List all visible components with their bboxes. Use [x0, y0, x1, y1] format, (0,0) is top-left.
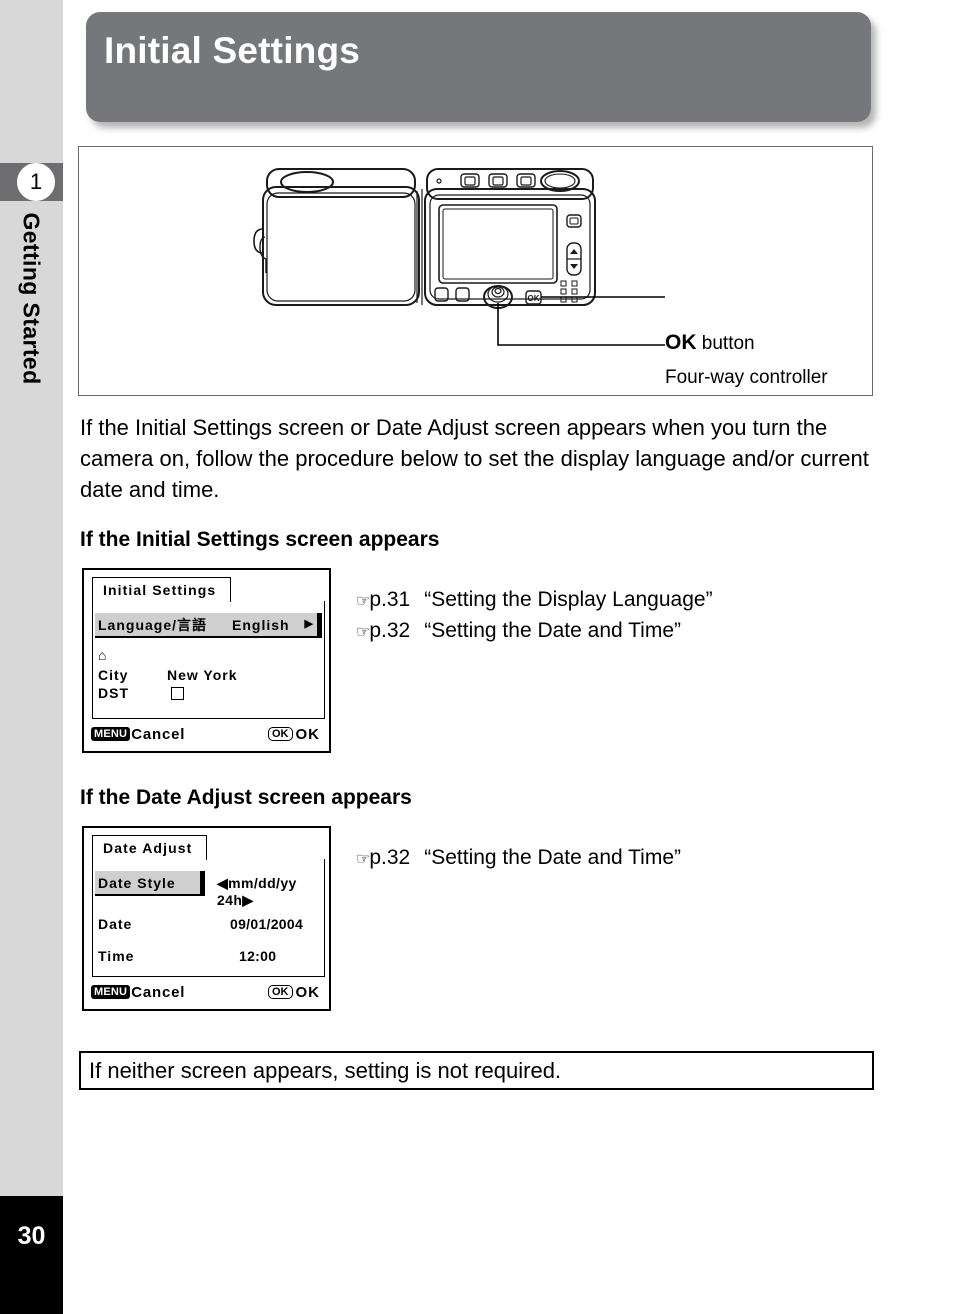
chevron-right-icon: ▶ — [304, 618, 313, 630]
page-title: Initial Settings — [104, 30, 361, 71]
menu-row-language[interactable]: Language/言語 English ▶ — [95, 613, 322, 638]
callout-ok-button: OK button — [665, 331, 755, 355]
camera-diagram: OK — [253, 168, 665, 346]
page-number: 30 — [17, 1222, 46, 1250]
reference-p31[interactable]: ☞p.31 “Setting the Display Language” — [356, 588, 713, 612]
chapter-label: Getting Started — [18, 212, 45, 385]
dst-checkbox[interactable] — [171, 687, 184, 700]
heading-date-adjust: If the Date Adjust screen appears — [80, 786, 412, 809]
callout-four-way-controller: Four-way controller — [665, 367, 828, 388]
date-label: Date — [98, 916, 133, 932]
callout-ok-text: button — [696, 333, 755, 354]
reference-p32-a[interactable]: ☞p.32 “Setting the Date and Time” — [356, 619, 681, 643]
dst-label: DST — [98, 685, 129, 701]
lcd-tab-title: Initial Settings — [92, 577, 232, 602]
note-box: If neither screen appears, setting is no… — [79, 1051, 874, 1090]
page-number-block — [0, 1196, 63, 1314]
heading-initial-settings: If the Initial Settings screen appears — [80, 528, 440, 551]
ok-badge-icon: OK — [268, 727, 293, 741]
time-label: Time — [98, 948, 135, 964]
reference-title: “Setting the Date and Time” — [424, 619, 682, 642]
ok-badge-icon: OK — [268, 985, 293, 999]
lcd-footer-date: MENU Cancel OK OK — [84, 979, 329, 1005]
reference-page-number: p.32 — [369, 619, 411, 642]
date-style-value: ◀mm/dd/yy 24h▶ — [217, 875, 297, 908]
pointing-hand-icon: ☞ — [356, 593, 370, 610]
lcd-tab-title: Date Adjust — [92, 835, 208, 860]
pointing-hand-icon: ☞ — [356, 624, 370, 641]
home-icon: ⌂ — [98, 647, 108, 663]
city-value: New York — [167, 667, 238, 683]
lcd-footer-initial: MENU Cancel OK OK — [84, 721, 329, 747]
lcd-screen-date-adjust: Date Adjust Date Style ◀mm/dd/yy 24h▶ Da… — [82, 826, 331, 1011]
ok-label: OK — [295, 725, 320, 743]
menu-badge-icon: MENU — [91, 985, 131, 999]
date-style-label: Date Style — [98, 874, 176, 891]
reference-page-number: p.31 — [369, 588, 411, 611]
intro-paragraph: If the Initial Settings screen or Date A… — [80, 415, 869, 502]
language-label: Language/言語 — [98, 616, 208, 633]
page-title-banner: Initial Settings — [86, 12, 871, 122]
cancel-label: Cancel — [131, 725, 186, 743]
svg-text:OK: OK — [528, 294, 540, 303]
chapter-sidebar: 1 Getting Started — [0, 0, 63, 1196]
cancel-label: Cancel — [131, 983, 186, 1001]
note-text: If neither screen appears, setting is no… — [89, 1057, 562, 1083]
menu-badge-icon: MENU — [91, 727, 131, 741]
reference-title: “Setting the Date and Time” — [424, 846, 682, 869]
city-label: City — [98, 667, 129, 683]
language-value: English — [232, 616, 290, 633]
ok-label: OK — [295, 983, 320, 1001]
pointing-hand-icon: ☞ — [356, 851, 370, 868]
reference-p32-b[interactable]: ☞p.32 “Setting the Date and Time” — [356, 846, 681, 870]
lcd-screen-initial-settings: Initial Settings Language/言語 English ▶ ⌂… — [82, 568, 331, 753]
reference-page-number: p.32 — [369, 846, 411, 869]
reference-title: “Setting the Display Language” — [424, 588, 713, 611]
time-value: 12:00 — [239, 948, 277, 964]
menu-row-date-style[interactable]: Date Style — [95, 871, 205, 896]
camera-illustration-box: OK OK button Four-way controller — [78, 146, 873, 396]
date-value: 09/01/2004 — [230, 916, 304, 932]
callout-ok-bold: OK — [665, 331, 697, 354]
